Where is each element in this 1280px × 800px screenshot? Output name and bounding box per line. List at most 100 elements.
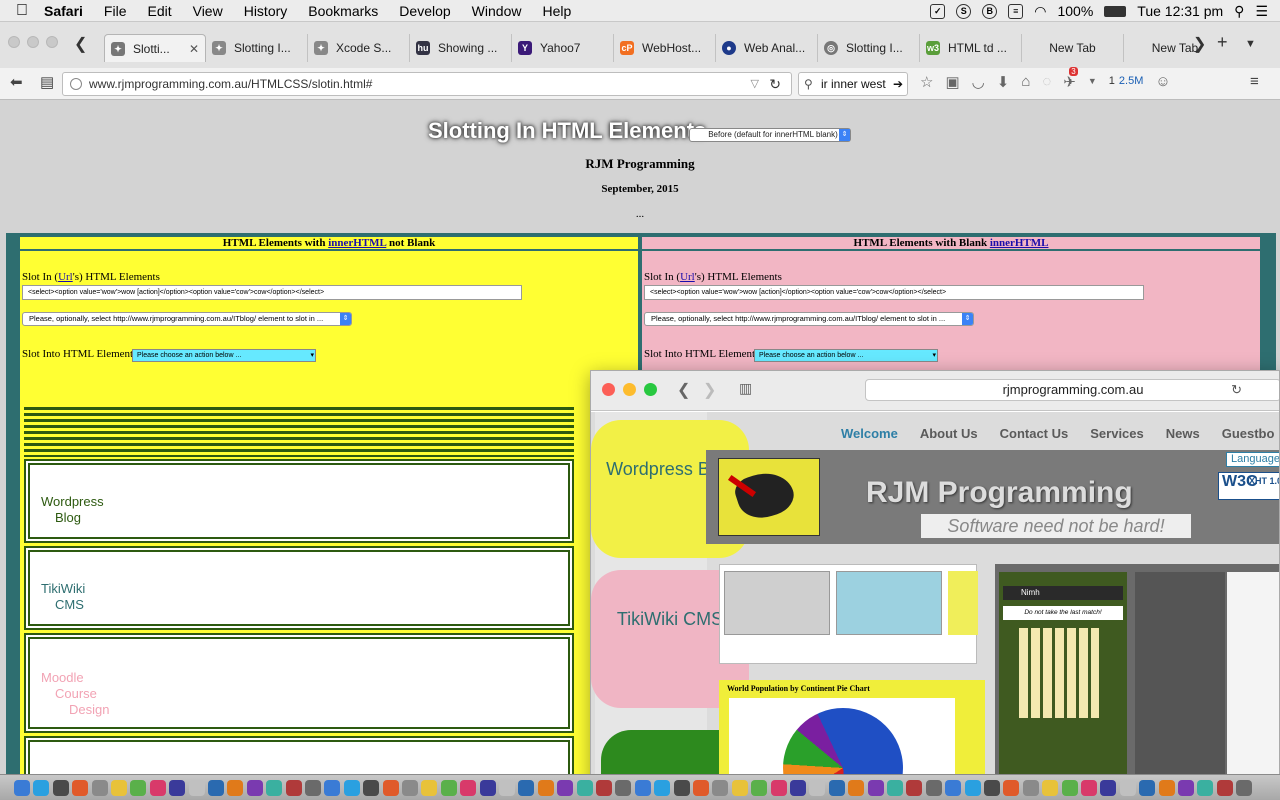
battery-icon[interactable] (1104, 5, 1127, 17)
dock-app-icon[interactable] (964, 780, 981, 796)
dock-app-icon[interactable] (91, 780, 108, 796)
bbedit-icon[interactable]: B (982, 3, 998, 19)
dock-app-icon[interactable] (14, 780, 30, 796)
dock-app-icon[interactable] (1061, 780, 1078, 796)
nav-contact-us[interactable]: Contact Us (1000, 426, 1069, 441)
safari-sidebar-icon[interactable]: ▥ (739, 380, 752, 397)
tab-list-chevron-down-icon[interactable]: ▼ (1245, 38, 1256, 50)
dock-app-icon[interactable] (305, 780, 321, 796)
clipboard-icon[interactable]: ▣ (945, 73, 959, 91)
download-icon[interactable]: ⬇ (997, 73, 1010, 91)
dock-app-icon[interactable] (343, 780, 360, 796)
nav-welcome[interactable]: Welcome (841, 426, 898, 441)
safari-minimize-button[interactable] (623, 383, 636, 396)
thumbnail-1[interactable] (724, 571, 830, 635)
dock-app-icon[interactable] (440, 780, 457, 796)
dock-app-icon[interactable] (673, 780, 690, 796)
dock-app-icon[interactable] (867, 780, 884, 796)
moodle-course-design-card[interactable]: Moodle Course Design (24, 633, 574, 733)
menu-help[interactable]: Help (542, 3, 571, 19)
language-selector[interactable]: Language (1226, 452, 1279, 467)
dock-app-icon[interactable] (52, 780, 69, 796)
right-heading-innerhtml-link[interactable]: innerHTML (990, 237, 1049, 249)
left-url-link[interactable]: Url (58, 271, 73, 283)
dock-app-icon[interactable] (615, 780, 632, 796)
tab-xcode[interactable]: ✦ Xcode S... (308, 34, 410, 62)
dock-app-icon[interactable] (1236, 780, 1253, 796)
dock-app-icon[interactable] (557, 780, 574, 796)
safari-back-icon[interactable]: ❮ (677, 380, 690, 400)
dock-app-icon[interactable] (33, 780, 50, 796)
tikiwiki-cms-card[interactable]: TikiWiki CMS (24, 546, 574, 630)
position-select[interactable]: Before (default for innerHTML blank) ⇕ (689, 128, 851, 142)
dock-app-icon[interactable] (208, 780, 224, 796)
dock-app-icon[interactable] (1042, 780, 1059, 796)
address-bar[interactable]: www.rjmprogramming.com.au/HTMLCSS/slotin… (62, 72, 792, 96)
dock-app-icon[interactable] (906, 780, 923, 796)
back-icon[interactable]: ⬅ (10, 73, 23, 91)
dock-app-icon[interactable] (402, 780, 418, 796)
calendar-check-icon[interactable]: ✓ (930, 3, 946, 19)
dock-app-icon[interactable] (1178, 780, 1194, 796)
tab-new-1[interactable]: New Tab (1022, 34, 1124, 62)
left-heading-innerhtml-link[interactable]: innerHTML (328, 237, 386, 249)
tab-slotting-active[interactable]: ✦ Slotti... ✕ (104, 34, 206, 62)
apple-menu-icon[interactable]:  (0, 2, 44, 20)
dock-app-icon[interactable] (925, 780, 942, 796)
wordpress-blog-card[interactable]: Wordpress Blog (24, 459, 574, 543)
tabs-scroll-right-icon[interactable]: ❯ (1193, 34, 1206, 54)
left-html-input[interactable]: <select><option value='wow'>wow [action]… (22, 285, 522, 300)
dock-app-icon[interactable] (324, 780, 341, 796)
dock-app-icon[interactable] (1158, 780, 1175, 796)
right-html-input[interactable]: <select><option value='wow'>wow [action]… (644, 285, 1144, 300)
dock-app-icon[interactable] (751, 780, 768, 796)
menu-develop[interactable]: Develop (399, 3, 450, 19)
menu-window[interactable]: Window (472, 3, 522, 19)
dock-app-icon[interactable] (809, 780, 826, 796)
menu-edit[interactable]: Edit (147, 3, 171, 19)
dock-app-icon[interactable] (1100, 780, 1117, 796)
safari-close-button[interactable] (602, 383, 615, 396)
close-tab-icon[interactable]: ✕ (189, 42, 199, 56)
dock-app-icon[interactable] (945, 780, 962, 796)
safari-forward-icon[interactable]: ❯ (703, 380, 716, 400)
dock-app-icon[interactable] (1081, 780, 1097, 796)
zoom-window-button[interactable] (46, 36, 58, 48)
tab-web-analytics[interactable]: ● Web Anal... (716, 34, 818, 62)
new-tab-plus-icon[interactable]: + (1217, 32, 1228, 53)
safari-reload-icon[interactable]: ↻ (1231, 380, 1242, 400)
tab-webhost[interactable]: cP WebHost... (614, 34, 716, 62)
nav-guestbook[interactable]: Guestbo (1222, 426, 1275, 441)
nav-services[interactable]: Services (1090, 426, 1144, 441)
dock-app-icon[interactable] (1119, 780, 1136, 796)
dock-app-icon[interactable] (770, 780, 787, 796)
hamburger-menu-icon[interactable]: ≡ (1250, 73, 1259, 90)
tab-slotting-2[interactable]: ✦ Slotting I... (206, 34, 308, 62)
dock-app-icon[interactable] (72, 780, 89, 796)
safari-address-bar[interactable]: rjmprogramming.com.au ↻ (865, 379, 1279, 401)
tab-new-2[interactable]: New Tab (1124, 34, 1226, 62)
dock-app-icon[interactable] (984, 780, 1000, 796)
dock-app-icon[interactable] (1216, 780, 1233, 796)
dock-app-icon[interactable] (188, 780, 205, 796)
thumbnail-3[interactable] (948, 571, 978, 635)
safari-zoom-button[interactable] (644, 383, 657, 396)
dock-app-icon[interactable] (460, 780, 477, 796)
tab-showing[interactable]: hu Showing ... (410, 34, 512, 62)
dock-app-icon[interactable] (848, 780, 865, 796)
chat-icon[interactable]: ☺ (1155, 73, 1170, 91)
url-history-chevron-down-icon[interactable]: ▽ (751, 73, 759, 95)
dock-app-icon[interactable] (731, 780, 748, 796)
dock-app-icon[interactable] (149, 780, 166, 796)
dock-app-icon[interactable] (537, 780, 554, 796)
next-card[interactable] (24, 736, 574, 774)
dock-app-icon[interactable] (111, 780, 127, 796)
menu-history[interactable]: History (244, 3, 288, 19)
search-input[interactable]: ⚲ ir inner west ➔ (798, 72, 908, 96)
home-icon[interactable]: ⌂ (1021, 73, 1030, 91)
right-url-link[interactable]: Url (680, 271, 695, 283)
spotlight-search-icon[interactable]: ⚲ (1234, 3, 1244, 20)
dock-app-icon[interactable] (654, 780, 671, 796)
menu-bookmarks[interactable]: Bookmarks (308, 3, 378, 19)
dock-app-icon[interactable] (499, 780, 515, 796)
